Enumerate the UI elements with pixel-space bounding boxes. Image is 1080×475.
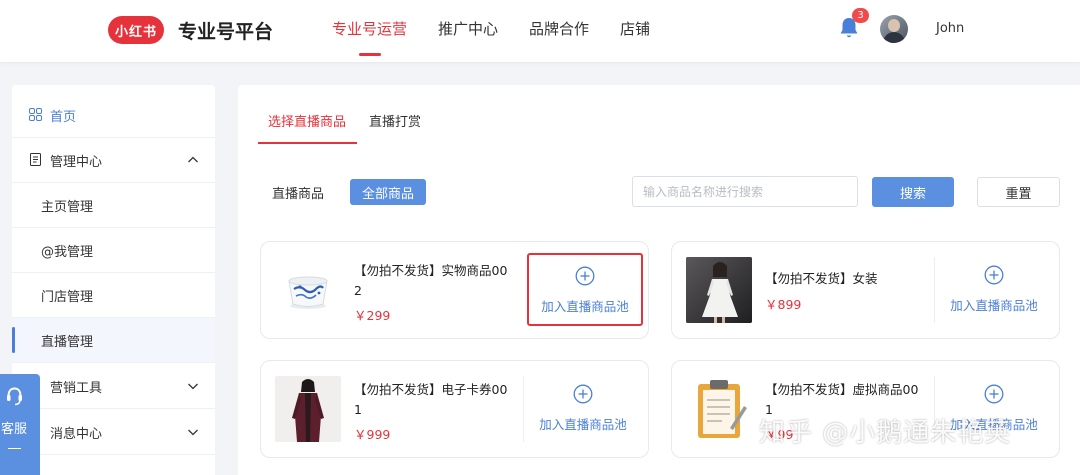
- filter-label: 直播商品: [272, 187, 325, 202]
- product-card: 【勿拍不发货】实物商品002 ￥299 加入直播商品池: [260, 241, 649, 339]
- chevron-down-icon[interactable]: [187, 380, 199, 392]
- sidebar-item-label: 营销工具: [50, 380, 103, 396]
- watermark: 知乎 @小鹅通朱艳英: [759, 418, 1012, 448]
- sidebar-item-home[interactable]: 首页: [12, 93, 215, 138]
- product-card: 【勿拍不发货】女装 ￥899 加入直播商品池: [671, 241, 1060, 339]
- main-nav: 专业号运营 推广中心 品牌合作 店铺: [332, 0, 681, 62]
- xiaohongshu-logo[interactable]: 小红书: [108, 16, 164, 44]
- product-image: [275, 376, 341, 442]
- customer-service-label: 客服: [0, 422, 27, 437]
- document-icon: [30, 153, 41, 166]
- sidebar: 首页 管理中心 主页管理 @我管理 门店管理 直播管理 营销工具 消息中心: [12, 85, 215, 475]
- product-image: [686, 257, 752, 323]
- plus-circle-icon: [984, 265, 1004, 285]
- tab-live-tipping[interactable]: 直播打赏: [369, 111, 421, 130]
- nav-promotion-center[interactable]: 推广中心: [438, 0, 498, 62]
- username[interactable]: John: [936, 21, 964, 36]
- add-to-live-pool-label: 加入直播商品池: [539, 417, 627, 432]
- nav-brand-cooperation[interactable]: 品牌合作: [529, 0, 589, 62]
- sidebar-item-label: 消息中心: [50, 426, 103, 442]
- porcelain-cup-image: [275, 257, 341, 323]
- product-price: ￥899: [765, 297, 802, 312]
- add-to-live-pool-button[interactable]: 加入直播商品池: [524, 371, 642, 447]
- grid-icon: [29, 108, 42, 121]
- product-image: [686, 376, 752, 442]
- add-to-live-pool-button[interactable]: 加入直播商品池: [935, 252, 1053, 328]
- sidebar-item-message-center[interactable]: 消息中心: [12, 410, 215, 455]
- add-to-live-pool-label: 加入直播商品池: [541, 299, 629, 314]
- product-card: 【勿拍不发货】电子卡券001 ￥999 加入直播商品池: [260, 360, 649, 458]
- sidebar-item-label: 门店管理: [41, 289, 94, 305]
- product-name: 【勿拍不发货】电子卡券001: [354, 382, 508, 417]
- chevron-up-icon[interactable]: [187, 154, 199, 166]
- product-name: 【勿拍不发货】女装: [765, 271, 878, 286]
- plus-circle-icon: [573, 384, 593, 404]
- platform-name: 专业号平台: [178, 21, 274, 43]
- customer-service-button[interactable]: 客服: [0, 374, 40, 475]
- dress-model-image: [686, 257, 752, 323]
- product-image: [275, 257, 341, 323]
- search-button[interactable]: 搜索: [872, 177, 954, 207]
- sidebar-item-label: 管理中心: [50, 154, 103, 170]
- sidebar-item-label: @我管理: [41, 244, 94, 260]
- nav-store[interactable]: 店铺: [620, 0, 650, 62]
- sidebar-item-live-management[interactable]: 直播管理: [12, 318, 215, 363]
- clipboard-image: [686, 376, 752, 442]
- headset-icon: [7, 387, 22, 406]
- coat-model-image: [275, 376, 341, 442]
- avatar[interactable]: [880, 15, 908, 43]
- plus-circle-icon: [984, 384, 1004, 404]
- filter-all-products-chip[interactable]: 全部商品: [350, 179, 426, 205]
- plus-circle-icon: [575, 266, 595, 286]
- add-to-live-pool-label: 加入直播商品池: [950, 298, 1038, 313]
- chevron-down-icon[interactable]: [187, 426, 199, 438]
- tab-select-live-products[interactable]: 选择直播商品: [268, 111, 346, 130]
- product-name: 【勿拍不发货】实物商品002: [354, 263, 508, 298]
- top-bar: 小红书 专业号平台 专业号运营 推广中心 品牌合作 店铺 3 John: [0, 0, 1080, 62]
- notification-badge: 3: [852, 8, 869, 23]
- search-input[interactable]: [632, 176, 858, 207]
- sidebar-item-management-center[interactable]: 管理中心: [12, 138, 215, 183]
- sidebar-item-mention-management[interactable]: @我管理: [12, 228, 215, 273]
- sidebar-item-label: 直播管理: [41, 334, 94, 350]
- sidebar-item-store-management[interactable]: 门店管理: [12, 273, 215, 318]
- reset-button[interactable]: 重置: [977, 177, 1060, 207]
- sidebar-item-label: 主页管理: [41, 199, 94, 215]
- nav-professional-ops[interactable]: 专业号运营: [332, 0, 407, 62]
- divider: [8, 448, 21, 449]
- sidebar-item-label: 首页: [50, 109, 77, 125]
- product-price: ￥999: [354, 427, 391, 442]
- sidebar-item-marketing-tools[interactable]: 营销工具: [12, 364, 215, 409]
- sidebar-item-homepage-management[interactable]: 主页管理: [12, 183, 215, 228]
- add-to-live-pool-button[interactable]: 加入直播商品池: [527, 253, 643, 326]
- product-price: ￥299: [354, 308, 391, 323]
- active-tab-indicator: [258, 142, 357, 144]
